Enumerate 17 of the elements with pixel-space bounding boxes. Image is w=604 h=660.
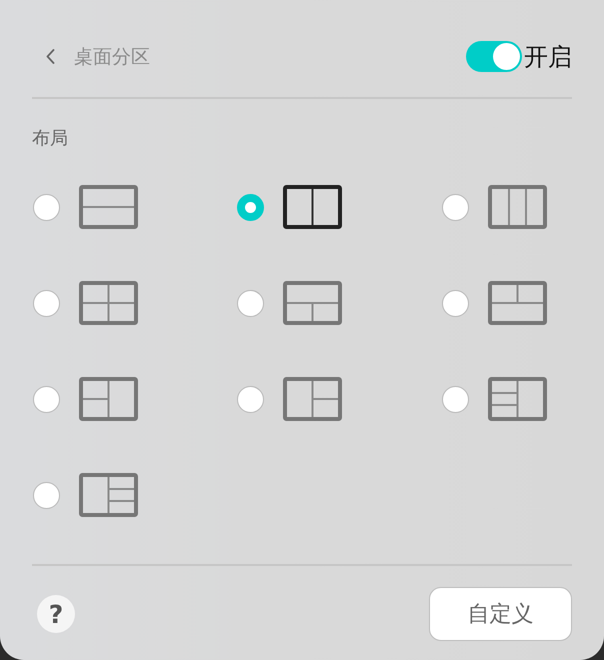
radio-button[interactable] [237, 290, 264, 316]
radio-button[interactable] [33, 482, 60, 508]
back-icon[interactable] [46, 49, 55, 64]
radio-button[interactable] [237, 194, 264, 220]
custom-button[interactable]: 自定义 [429, 587, 572, 641]
help-button[interactable]: ? [37, 595, 75, 633]
radio-button[interactable] [442, 386, 469, 412]
radio-button[interactable] [237, 386, 264, 412]
radio-button[interactable] [442, 290, 469, 316]
page-title: 桌面分区 [74, 44, 150, 68]
radio-button[interactable] [33, 194, 60, 220]
section-label: 布局 [32, 128, 68, 150]
toggle-switch[interactable] [466, 41, 522, 72]
radio-button[interactable] [33, 290, 60, 316]
radio-button[interactable] [442, 194, 469, 220]
toggle-label: 开启 [524, 42, 572, 72]
radio-button[interactable] [33, 386, 60, 412]
